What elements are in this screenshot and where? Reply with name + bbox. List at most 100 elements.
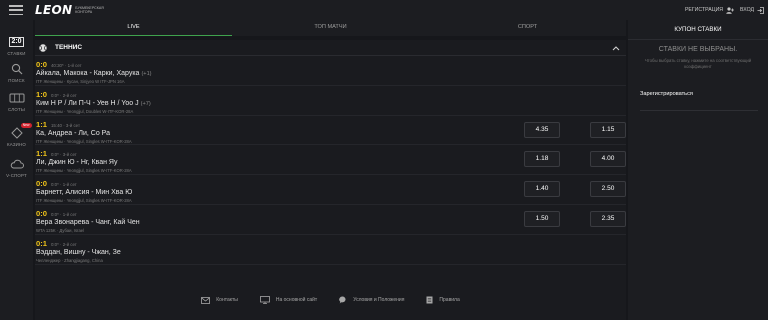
event-row[interactable]: 0:1 0:0* · 2-й сет Вэддан, Вишну - Чжан, … [35, 235, 626, 265]
event-time: 0:0* · 1-й сет [50, 182, 77, 188]
event-time: 15:40 · 3-й сет [50, 122, 80, 128]
footer-link-terms[interactable]: Условия и Положения [339, 296, 404, 304]
footer-link-main-site[interactable]: На основной сайт [259, 296, 318, 304]
tab-sport[interactable]: СПОРТ [429, 20, 626, 36]
event-league: ITF Женщины · Yeongjjul, Doubles W-ITF-K… [36, 108, 134, 114]
document-icon [426, 296, 433, 304]
event-row[interactable]: 1:1 0:0* · 3-й сет Ли, Джин Ю - Нг, Кван … [35, 145, 626, 176]
event-teams: Вера Звонарева - Чанг, Кай Чен [36, 218, 140, 226]
slots-icon [8, 91, 26, 105]
odds-button-away[interactable]: 1.15 [590, 121, 626, 138]
events-panel: ТЕННИС 0:0 40:30* · 1-й сет Айкала, Макок… [35, 40, 626, 320]
odds-button-home[interactable]: 4.35 [524, 121, 560, 138]
search-icon [8, 62, 26, 76]
sidebar-item-label: V-СПОРТ [6, 173, 27, 178]
event-time: 0:0* · 3-й сет [50, 152, 77, 158]
sidebar-item-search[interactable]: ПОИСК [0, 62, 33, 90]
event-teams: Барнетт, Алисия - Мин Хва Ю [36, 189, 133, 197]
footer-link-label: На основной сайт [275, 297, 318, 303]
event-teams: Ли, Джин Ю - Нг, Кван Яу [36, 159, 118, 167]
event-time: 0:0* · 1-й сет [50, 211, 77, 217]
bet-slip-title: КУПОН СТАВКИ [628, 20, 768, 40]
event-teams: Ка, Андреа - Ли, Со Ра [36, 129, 110, 137]
event-time: 0:0* · 2-й сет [50, 92, 77, 98]
sport-header[interactable]: ТЕННИС [35, 40, 626, 56]
sidebar-item-label: СЛОТЫ [8, 107, 25, 112]
footer: Контакты На основной сайт Условия и Поло… [35, 292, 626, 308]
event-row[interactable]: 0:0 40:30* · 1-й сет Айкала, Макока - Кар… [35, 56, 626, 86]
logo-subtitle: БУКМЕКЕРСКАЯ КОНТОРА [75, 6, 104, 14]
login-label: ВХОД [740, 7, 754, 13]
bet-slip-empty-text: Чтобы выбрать ставку, нажмите на соответ… [644, 58, 752, 69]
casino-icon: New [8, 123, 32, 140]
event-time: 0:0* · 2-й сет [50, 241, 77, 247]
register-link[interactable]: РЕГИСТРАЦИЯ [684, 6, 735, 14]
odds-button-away[interactable]: 4.00 [590, 151, 626, 168]
main-tabs: LIVE ТОП МАТЧИ СПОРТ [35, 20, 626, 36]
footer-link-label: Условия и Положения [353, 297, 405, 303]
event-score: 1:1 [36, 119, 47, 129]
event-score: 0:0 [36, 60, 47, 69]
sidebar-item-label: СТАВКИ [7, 51, 26, 56]
event-row[interactable]: 1:0 0:0* · 2-й сет Ким Н Р / Ли П-Ч - Уев… [35, 86, 626, 116]
new-badge: New [20, 123, 32, 128]
footer-link-contacts[interactable]: Контакты [201, 296, 238, 304]
chat-icon [339, 296, 346, 304]
odds-button-home[interactable]: 1.50 [524, 210, 560, 227]
cloud-icon [8, 157, 26, 171]
event-row[interactable]: 1:1 15:40 · 3-й сет Ка, Андреа - Ли, Со Р… [35, 116, 626, 146]
footer-link-rules[interactable]: Правила [426, 296, 460, 304]
odds-button-home[interactable]: 1.40 [524, 181, 560, 198]
event-time: 40:30* · 1-й сет [50, 63, 82, 68]
sidebar-item-vsport[interactable]: V-СПОРТ [0, 157, 33, 185]
event-score: 0:1 [36, 238, 47, 248]
logo[interactable]: LEON [35, 3, 72, 17]
bet-slip-empty-title: СТАВКИ НЕ ВЫБРАНЫ. [658, 46, 738, 53]
odds-button-home[interactable]: 1.18 [524, 151, 560, 168]
monitor-icon [259, 296, 270, 304]
event-league: ITF Женщины · Кусан, Sinjyeo W ITF-JPN 1… [36, 79, 125, 84]
login-icon [757, 6, 764, 14]
event-league: ITF Женщины · Yeongjjul, Singles W-ITF-K… [36, 138, 132, 144]
top-bar: LEON БУКМЕКЕРСКАЯ КОНТОРА РЕГИСТРАЦИЯ ВХ… [0, 0, 768, 20]
event-score: 1:1 [36, 149, 47, 159]
sidebar-item-slots[interactable]: СЛОТЫ [0, 91, 33, 119]
footer-link-label: Правила [439, 297, 460, 303]
event-more-markets: (+7) [140, 100, 151, 107]
mail-icon [201, 296, 211, 304]
event-teams: Ким Н Р / Ли П-Ч - Уев Н / Yoo J [36, 99, 139, 107]
sport-name: ТЕННИС [55, 44, 83, 51]
sidebar-item-casino[interactable]: New КАЗИНО [0, 123, 33, 154]
live-icon: 2:0 [9, 37, 24, 47]
sidebar: 2:0 СТАВКИ ПОИСК СЛОТЫ New КАЗИНО V-СПОР… [0, 20, 33, 320]
event-score: 0:0 [36, 179, 47, 189]
hamburger-icon[interactable] [9, 5, 23, 15]
event-league: Челленджер · Zhangjiagang, China [36, 257, 103, 263]
tennis-ball-icon [39, 43, 47, 52]
register-label: РЕГИСТРАЦИЯ [684, 7, 724, 13]
divider [640, 110, 758, 111]
footer-link-label: Контакты [216, 297, 238, 303]
event-teams: Айкала, Макока - Карки, Харука [36, 70, 140, 77]
event-row[interactable]: 0:0 0:0* · 1-й сет Барнетт, Алисия - Мин … [35, 175, 626, 205]
odds-button-away[interactable]: 2.35 [590, 210, 626, 227]
event-league: WTA 125K · Дубаи, Israel [36, 227, 85, 233]
sidebar-item-label: ПОИСК [8, 78, 25, 83]
tab-live[interactable]: LIVE [35, 20, 232, 36]
add-user-icon [726, 6, 735, 14]
register-link[interactable]: Зарегистрироваться [640, 91, 693, 97]
event-score: 0:0 [36, 208, 47, 218]
login-link[interactable]: ВХОД [740, 6, 764, 14]
event-score: 1:0 [36, 89, 47, 99]
chevron-up-icon[interactable] [612, 45, 620, 51]
event-league: ITF Женщины · Yeongjjul, Singles W-ITF-K… [36, 168, 132, 174]
event-teams: Вэддан, Вишну - Чжан, Зе [36, 248, 121, 256]
event-league: ITF Женщины · Yeongjjul, Singles W-ITF-K… [36, 198, 132, 204]
event-more-markets: (+1) [141, 71, 152, 77]
sidebar-item-live[interactable]: 2:0 СТАВКИ [0, 35, 33, 63]
odds-button-away[interactable]: 2.50 [590, 181, 626, 198]
bet-slip: КУПОН СТАВКИ СТАВКИ НЕ ВЫБРАНЫ. Чтобы вы… [628, 20, 768, 320]
sidebar-item-label: КАЗИНО [6, 142, 27, 147]
event-row[interactable]: 0:0 0:0* · 1-й сет Вера Звонарева - Чанг,… [35, 205, 626, 235]
tab-top-matches[interactable]: ТОП МАТЧИ [232, 20, 429, 36]
